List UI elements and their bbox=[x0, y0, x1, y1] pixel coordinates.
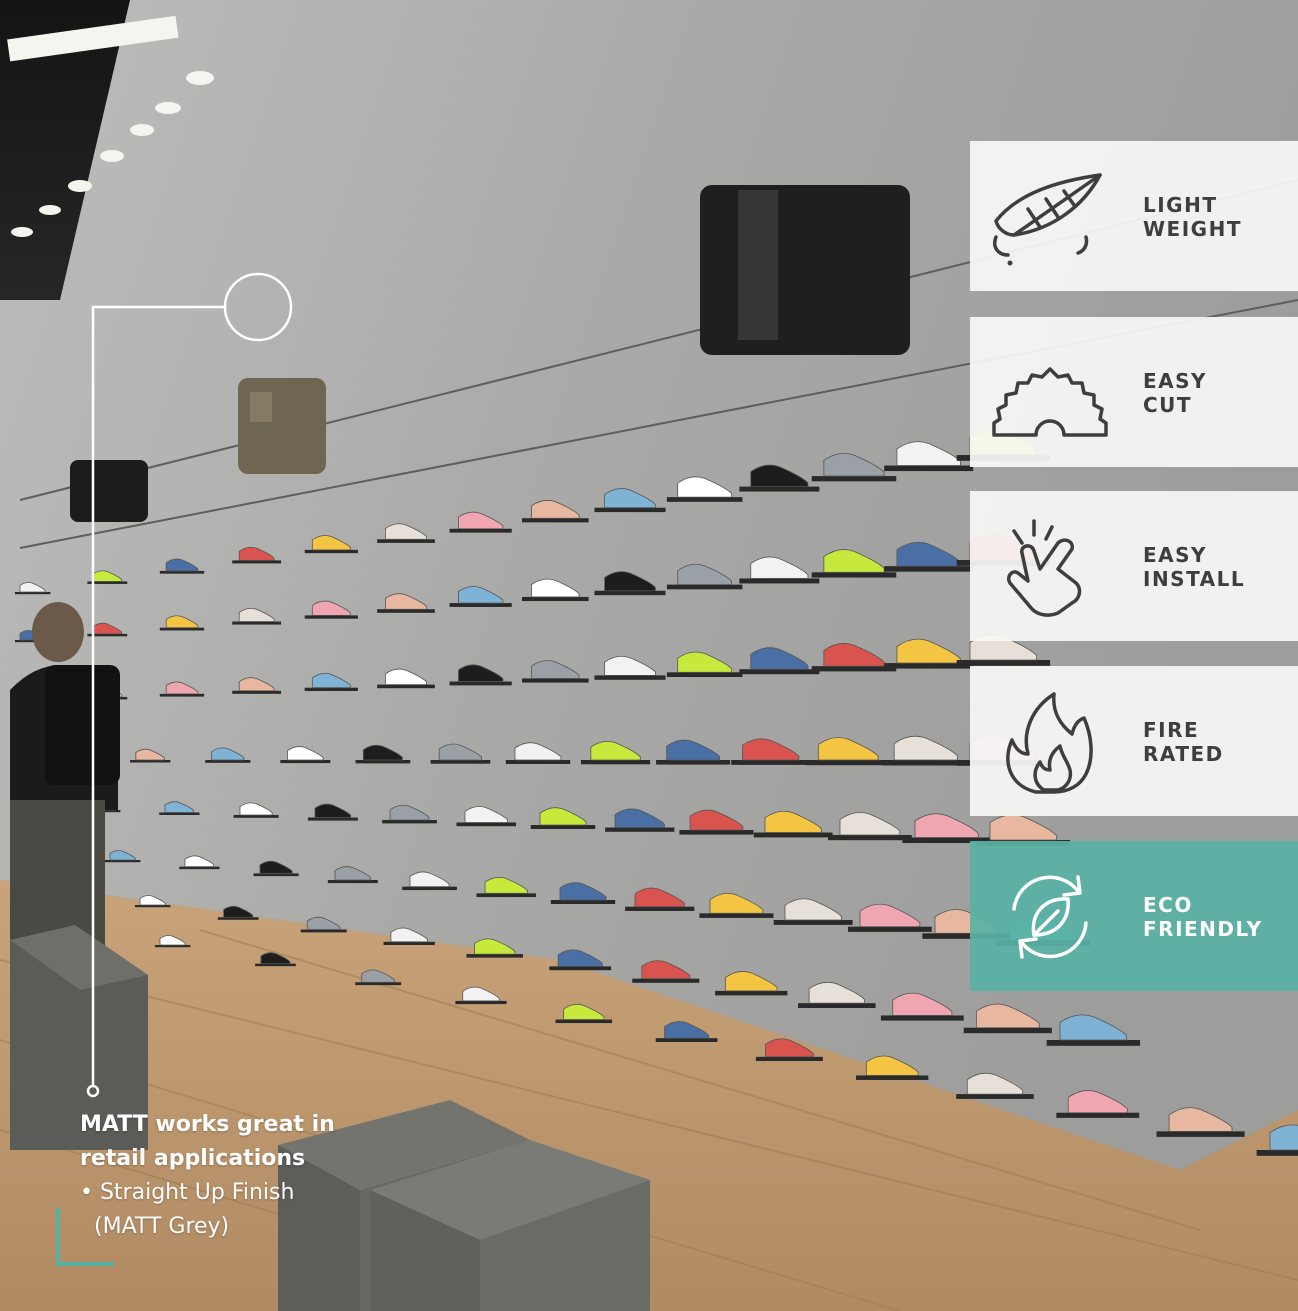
feature-easy-install: EASY INSTALL bbox=[970, 491, 1298, 641]
product-caption: MATT works great in retail applications … bbox=[80, 1108, 420, 1244]
hand-tap-icon bbox=[1006, 519, 1082, 617]
feature-label: LIGHT WEIGHT bbox=[1143, 193, 1242, 241]
caption-title-line1: MATT works great in bbox=[80, 1112, 335, 1137]
feature-label: FIRE RATED bbox=[1143, 718, 1224, 766]
caption-detail-line1: • Straight Up Finish bbox=[80, 1180, 295, 1205]
feather-icon bbox=[993, 173, 1102, 266]
caption-detail-line2: (MATT Grey) bbox=[94, 1214, 230, 1239]
feature-fire-rated: FIRE RATED bbox=[970, 666, 1298, 816]
corner-bracket-mark bbox=[56, 1208, 114, 1266]
feature-label: ECO FRIENDLY bbox=[1143, 893, 1263, 941]
flame-icon bbox=[1006, 692, 1093, 794]
caption-title-line2: retail applications bbox=[80, 1146, 306, 1171]
feature-easy-cut: EASY CUT bbox=[970, 317, 1298, 467]
saw-blade-icon bbox=[992, 367, 1108, 437]
feature-light-weight: LIGHT WEIGHT bbox=[970, 141, 1298, 291]
eco-leaf-icon bbox=[1012, 875, 1088, 959]
feature-eco-friendly: ECO FRIENDLY bbox=[970, 841, 1298, 991]
feature-label: EASY CUT bbox=[1143, 369, 1208, 417]
photo-stage: LIGHT WEIGHT EASY CUT EASY INSTALL FIRE … bbox=[0, 0, 1298, 1311]
feature-label: EASY INSTALL bbox=[1143, 543, 1246, 591]
